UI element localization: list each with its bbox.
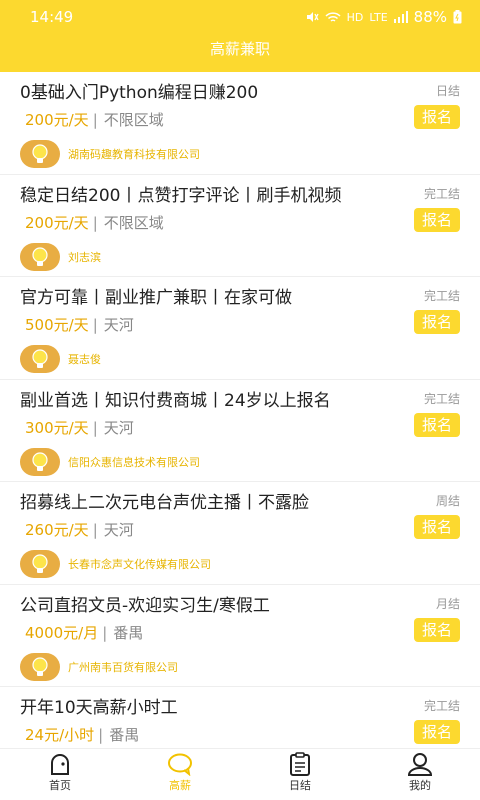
job-title: 招募线上二次元电台声优主播丨不露脸 xyxy=(20,493,309,513)
mute-icon xyxy=(306,12,319,22)
tab-label: 日结 xyxy=(289,779,311,792)
settlement-type: 完工结 xyxy=(423,699,460,713)
salary-row: 200元/天 | 不限区域 xyxy=(25,111,164,129)
company-row: 信阳众惠信息技术有限公司 xyxy=(20,447,460,476)
job-card[interactable]: 0基础入门Python编程日赚200 日结 200元/天 | 不限区域 报名 湖南码… xyxy=(0,72,480,175)
work-area: 天河 xyxy=(103,418,134,437)
company-row: 湖南码趣教育科技有限公司 xyxy=(20,140,460,168)
apply-button[interactable]: 报名 xyxy=(414,105,460,129)
salary: 24元/小时 xyxy=(25,726,95,744)
company-row: 聂志俊 xyxy=(20,345,460,373)
lightbulb-icon xyxy=(20,652,60,681)
tab-high-pay[interactable]: 高薪 xyxy=(120,749,240,800)
chat-bubble-icon xyxy=(168,753,192,776)
job-list: 0基础入门Python编程日赚200 日结 200元/天 | 不限区域 报名 湖南码… xyxy=(0,72,480,790)
salary: 500元/天 xyxy=(25,316,89,334)
job-card[interactable]: 副业首选丨知识付费商城丨24岁以上报名 完工结 300元/天 | 天河 报名 信阳众… xyxy=(0,380,480,482)
company-name: 信阳众惠信息技术有限公司 xyxy=(68,455,200,469)
lightbulb-icon xyxy=(20,550,60,578)
settlement-type: 周结 xyxy=(435,494,460,508)
company-row: 长春市念声文化传媒有限公司 xyxy=(20,550,460,578)
tab-mine[interactable]: 我的 xyxy=(360,749,480,800)
salary-row: 24元/小时 | 番禺 xyxy=(25,726,140,744)
job-title: 公司直招文员-欢迎实习生/寒假工 xyxy=(20,595,270,616)
job-card[interactable]: 稳定日结200丨点赞打字评论丨刷手机视频 完工结 200元/天 | 不限区域 报名 … xyxy=(0,175,480,277)
work-area: 番禺 xyxy=(109,726,140,744)
network-hd: HD xyxy=(346,10,364,24)
lightbulb-icon xyxy=(20,140,60,168)
clipboard-icon xyxy=(290,752,310,776)
salary: 300元/天 xyxy=(25,418,89,437)
company-name: 长春市念声文化传媒有限公司 xyxy=(68,558,211,571)
status-time: 14:49 xyxy=(30,8,74,26)
work-area: 天河 xyxy=(103,521,134,539)
battery-level: 88% xyxy=(413,8,447,26)
settlement-type: 完工结 xyxy=(423,186,460,201)
company-row: 刘志滨 xyxy=(20,242,460,271)
settlement-type: 月结 xyxy=(435,596,460,611)
apply-button[interactable]: 报名 xyxy=(414,617,460,642)
salary: 200元/天 xyxy=(25,111,89,129)
status-bar: 14:49 HD LTE 88% xyxy=(0,0,480,34)
salary-row: 260元/天 | 天河 xyxy=(25,521,134,539)
work-area: 不限区域 xyxy=(103,213,164,232)
salary-row: 200元/天 | 不限区域 xyxy=(25,213,164,232)
bottom-tab-bar: 首页 高薪 日结 我的 xyxy=(0,748,480,800)
work-area: 番禺 xyxy=(113,623,144,642)
salary: 260元/天 xyxy=(25,521,89,539)
lightbulb-icon xyxy=(20,345,60,373)
settlement-type: 完工结 xyxy=(423,289,460,303)
job-title: 副业首选丨知识付费商城丨24岁以上报名 xyxy=(20,390,331,411)
lightbulb-icon xyxy=(20,242,60,271)
apply-button[interactable]: 报名 xyxy=(414,412,460,437)
company-name: 广州南韦百货有限公司 xyxy=(68,660,178,674)
home-icon xyxy=(51,754,69,775)
job-title: 稳定日结200丨点赞打字评论丨刷手机视频 xyxy=(20,185,342,206)
status-icons: HD LTE 88% xyxy=(305,8,462,26)
salary-row: 300元/天 | 天河 xyxy=(25,418,134,437)
company-name: 刘志滨 xyxy=(68,250,101,264)
salary-row: 500元/天 | 天河 xyxy=(25,316,134,334)
salary: 4000元/月 xyxy=(25,623,99,642)
lightbulb-icon xyxy=(20,447,60,476)
page-title: 高薪兼职 xyxy=(209,40,270,58)
job-title: 0基础入门Python编程日赚200 xyxy=(20,83,259,103)
tab-label: 我的 xyxy=(409,779,431,792)
apply-button[interactable]: 报名 xyxy=(414,720,460,744)
job-title: 官方可靠丨副业推广兼职丨在家可做 xyxy=(20,288,292,308)
work-area: 天河 xyxy=(103,316,134,334)
battery-icon xyxy=(453,10,462,24)
app-header: 14:49 HD LTE 88% 高薪兼职 xyxy=(0,0,480,72)
job-card[interactable]: 公司直招文员-欢迎实习生/寒假工 月结 4000元/月 | 番禺 报名 广州南韦百货… xyxy=(0,585,480,687)
user-icon xyxy=(407,753,433,776)
settlement-type: 完工结 xyxy=(423,391,460,406)
company-name: 湖南码趣教育科技有限公司 xyxy=(68,148,200,161)
work-area: 不限区域 xyxy=(103,111,164,129)
signal-icon xyxy=(393,11,408,23)
tab-label: 高薪 xyxy=(169,779,191,792)
company-row: 广州南韦百货有限公司 xyxy=(20,652,460,681)
apply-button[interactable]: 报名 xyxy=(414,310,460,334)
tab-home[interactable]: 首页 xyxy=(0,749,120,800)
apply-button[interactable]: 报名 xyxy=(414,207,460,232)
company-name: 聂志俊 xyxy=(68,353,101,366)
wifi-icon xyxy=(325,11,341,22)
job-card[interactable]: 招募线上二次元电台声优主播丨不露脸 周结 260元/天 | 天河 报名 长春市念声文… xyxy=(0,482,480,585)
job-title: 开年10天高薪小时工 xyxy=(20,698,178,718)
job-card[interactable]: 官方可靠丨副业推广兼职丨在家可做 完工结 500元/天 | 天河 报名 聂志俊 xyxy=(0,277,480,380)
tab-label: 首页 xyxy=(49,779,71,792)
settlement-type: 日结 xyxy=(435,84,460,98)
tab-daily-pay[interactable]: 日结 xyxy=(240,749,360,800)
network-lte: LTE xyxy=(369,10,388,24)
salary-row: 4000元/月 | 番禺 xyxy=(25,623,144,642)
apply-button[interactable]: 报名 xyxy=(414,515,460,539)
salary: 200元/天 xyxy=(25,213,89,232)
